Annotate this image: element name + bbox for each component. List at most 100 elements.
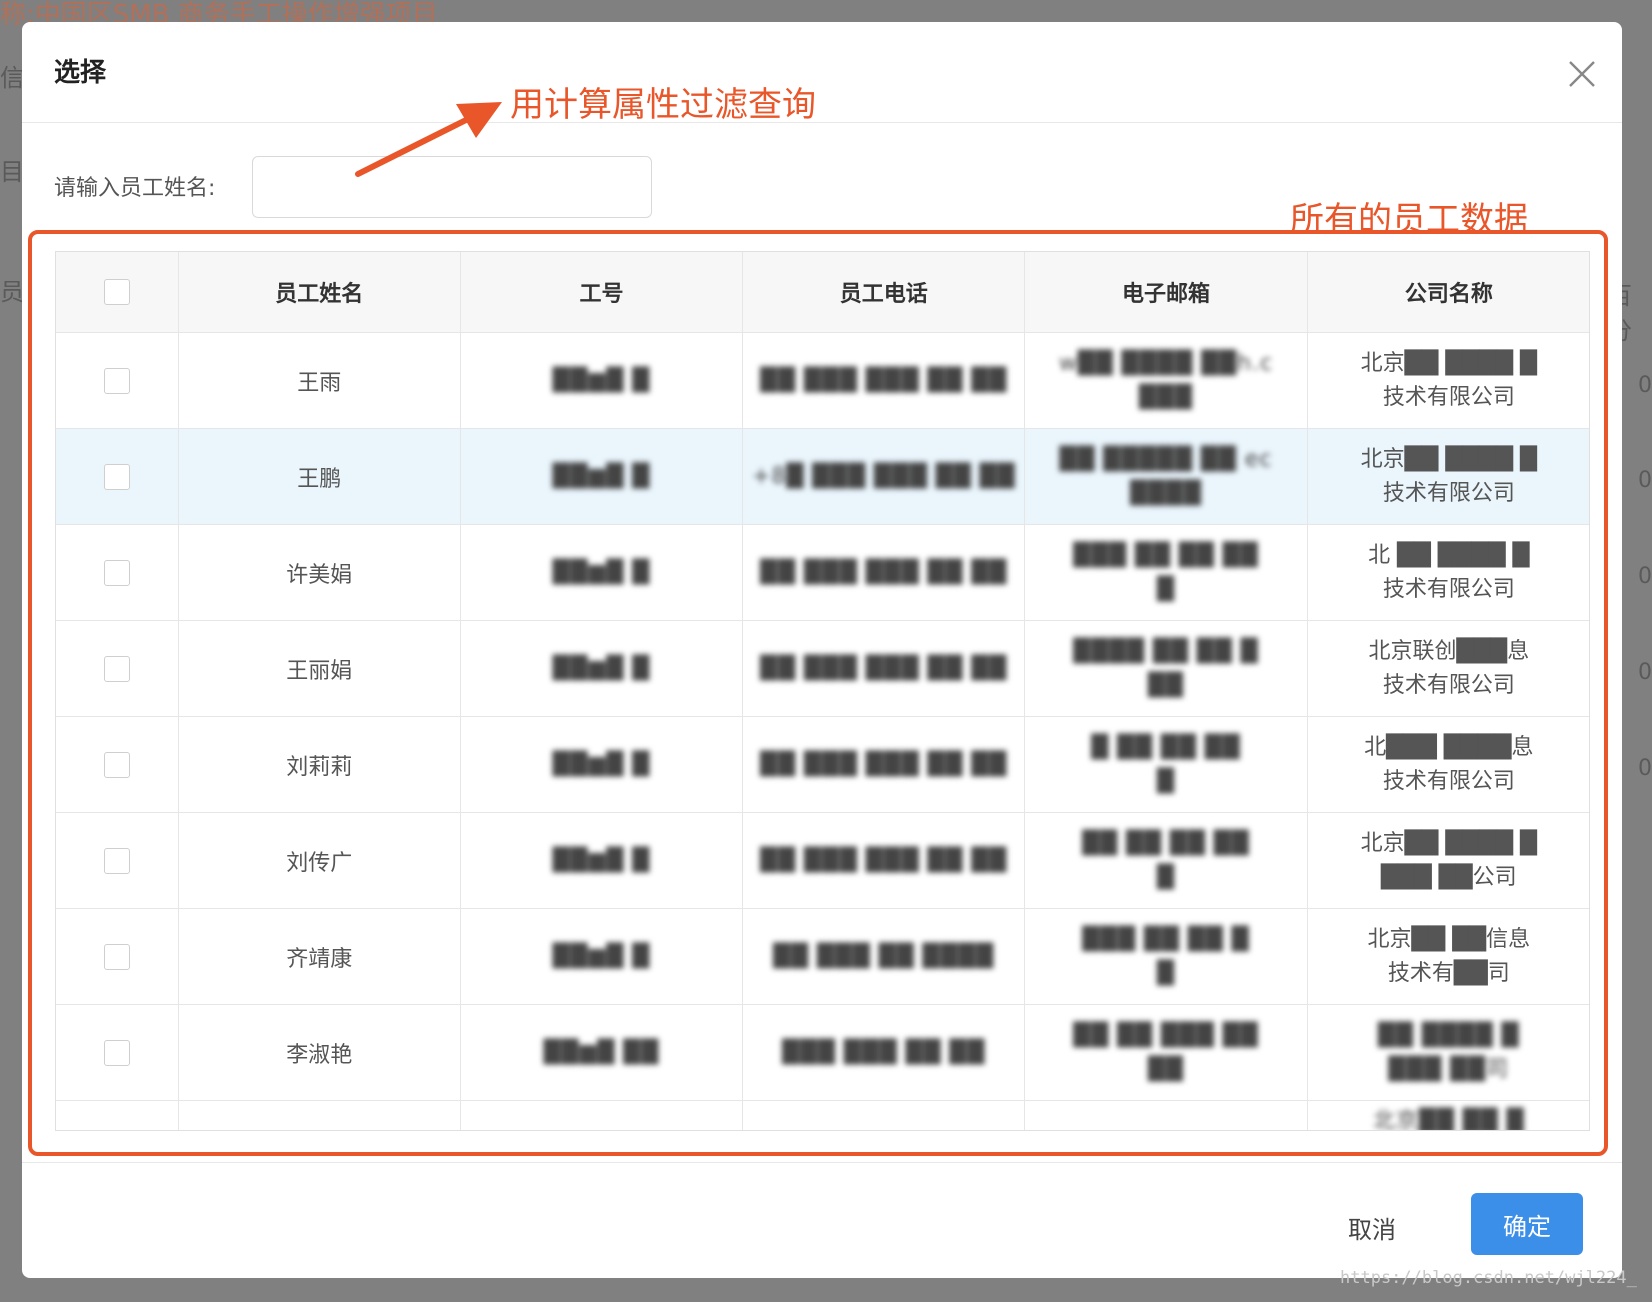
column-header-email: 电子邮箱 (1024, 252, 1308, 333)
employee-email-line: ██ █████ ██ ec (1059, 446, 1273, 472)
employee-id-cell: ██▆█ █ (460, 716, 744, 813)
company-name-line: 技术有限公司 (1382, 480, 1515, 506)
company-name-line: ██ ████ █ (1378, 1022, 1520, 1048)
employee-id-cell: ██▆█ ██ (460, 1004, 744, 1101)
employee-email-line: ██ (1148, 672, 1184, 698)
dialog-footer: 取消 确定 (22, 1162, 1622, 1279)
employee-id-value: ██▆█ ██ (543, 1040, 660, 1065)
company-name-line: 技术有限公司 (1382, 768, 1515, 794)
employee-phone-cell: ██ ███ ███ ██ ██ (742, 620, 1026, 717)
employee-phone-value: ██ ███ ███ ██ ██ (760, 848, 1008, 873)
company-name-line: 北京██ ████ █ (1360, 350, 1538, 376)
employee-email-line: ███ ██ ██ ██ (1073, 542, 1259, 568)
row-checkbox[interactable] (103, 1039, 130, 1066)
row-checkbox-cell (56, 908, 179, 1005)
employee-id-cell: ██▆█ █ (460, 332, 744, 429)
employee-phone-value: ██ ███ ███ ██ ██ (760, 752, 1008, 777)
employee-email-line: ██ ██ ██ ██ (1082, 830, 1250, 856)
background-fragment: 员 (0, 278, 24, 306)
row-checkbox[interactable] (103, 847, 130, 874)
background-number: 0 (1638, 756, 1652, 781)
cancel-button[interactable]: 取消 (1342, 1209, 1402, 1246)
employee-email-line: █ (1157, 864, 1175, 890)
dialog-header: 选择 (22, 22, 1622, 123)
company-name-line: 技术有██司 (1387, 960, 1510, 986)
select-dialog: 选择 请输入员工姓名: 用计算属性过滤查询 所有的员工数据 员工姓名 工号 员工… (22, 22, 1622, 1278)
table-annotation: 所有的员工数据 (1290, 200, 1528, 240)
row-checkbox-cell (56, 1100, 179, 1130)
company-name-line: 北京██ ██ █ (1373, 1109, 1525, 1131)
company-name-line: ███ ██司 (1388, 1056, 1510, 1082)
employee-id-cell (460, 1100, 744, 1130)
employee-phone-value: ██ ███ ███ ██ ██ (760, 656, 1008, 681)
select-all-cell (56, 252, 179, 333)
row-checkbox[interactable] (103, 751, 130, 778)
employee-phone-cell: ██ ███ ███ ██ ██ (742, 524, 1026, 621)
employee-id-value: ██▆█ █ (552, 368, 651, 393)
employee-email-line: ██ (1148, 1056, 1184, 1082)
employee-email-line: ████ (1130, 480, 1202, 506)
employee-id-cell: ██▆█ █ (460, 524, 744, 621)
employee-email-cell: ████ ██ ██ █ ██ (1024, 620, 1308, 717)
employee-email-line: █ (1157, 768, 1175, 794)
column-header-name: 员工姓名 (178, 252, 461, 333)
employee-phone-cell: ██ ███ ███ ██ ██ (742, 716, 1026, 813)
employee-email-line: ███ (1139, 384, 1193, 410)
employee-email-cell: ██ █████ ██ ec ████ (1024, 428, 1308, 525)
company-name-line: 北███ ████息 (1364, 734, 1534, 760)
table-header-row: 员工姓名 工号 员工电话 电子邮箱 公司名称 (56, 252, 1589, 333)
column-header-phone: 员工电话 (742, 252, 1026, 333)
employee-email-line: ████ ██ ██ █ (1073, 638, 1259, 664)
company-name-line: 技术有限公司 (1382, 384, 1515, 410)
company-name-cell: 北 ██ ████ █ 技术有限公司 (1307, 524, 1589, 621)
company-name-cell: 北京██ ████ █ 技术有限公司 (1307, 428, 1589, 525)
company-name-line: 技术有限公司 (1382, 576, 1515, 602)
employee-email-line: █ (1157, 960, 1175, 986)
table-row[interactable]: 刘莉莉 ██▆█ █ ██ ███ ███ ██ ██ █ ██ ██ ██ █ … (56, 716, 1589, 813)
confirm-button[interactable]: 确定 (1471, 1193, 1583, 1255)
dialog-title: 选择 (54, 58, 107, 88)
table-row[interactable]: 李淑艳 ██▆█ ██ ███ ███ ██ ██ ██ ██ ███ ██ ██… (56, 1004, 1589, 1101)
row-checkbox[interactable] (103, 463, 130, 490)
employee-phone-value: ██ ███ ██ ████ (773, 944, 995, 969)
employee-email-cell: ███ ██ ██ ██ █ (1024, 524, 1308, 621)
employee-name-cell: 许美娟 (178, 524, 461, 621)
employee-id-cell: ██▆█ █ (460, 428, 744, 525)
row-checkbox[interactable] (103, 943, 130, 970)
employee-name-cell: 王丽娟 (178, 620, 461, 717)
row-checkbox-cell (56, 716, 179, 813)
company-name-line: ███ ██公司 (1381, 864, 1517, 890)
table-row[interactable]: 刘传广 ██▆█ █ ██ ███ ███ ██ ██ ██ ██ ██ ██ █… (56, 812, 1589, 909)
employee-email-line: █ ██ ██ ██ (1091, 734, 1241, 760)
table-row[interactable]: 王丽娟 ██▆█ █ ██ ███ ███ ██ ██ ████ ██ ██ █… (56, 620, 1589, 717)
employee-name-cell: 王雨 (178, 332, 461, 429)
employee-email-line: ██ ██ ███ ██ (1073, 1022, 1259, 1048)
table-row[interactable]: 许美娟 ██▆█ █ ██ ███ ███ ██ ██ ███ ██ ██ ██… (56, 524, 1589, 621)
employee-phone-cell: ██ ███ ███ ██ ██ (742, 812, 1026, 909)
table-row[interactable]: 王雨 ██▆█ █ ██ ███ ███ ██ ██ w██ ████ ██h.… (56, 332, 1589, 429)
employee-id-value: ██▆█ █ (552, 752, 651, 777)
employee-phone-value: +8█ ███ ███ ██ ██ (752, 464, 1016, 489)
row-checkbox[interactable] (103, 367, 130, 394)
employee-email-line: w██ ████ ██h.c (1058, 350, 1274, 376)
employee-id-value: ██▆█ █ (552, 944, 651, 969)
row-checkbox[interactable] (103, 655, 130, 682)
employee-email-cell (1024, 1100, 1308, 1130)
employee-table: 员工姓名 工号 员工电话 电子邮箱 公司名称 王雨 ██▆█ █ ██ ███ … (56, 252, 1589, 1131)
row-checkbox[interactable] (103, 559, 130, 586)
table-row[interactable]: 王鹏 ██▆█ █ +8█ ███ ███ ██ ██ ██ █████ ██ … (56, 428, 1589, 525)
close-icon[interactable] (1564, 56, 1600, 92)
employee-email-cell: █ ██ ██ ██ █ (1024, 716, 1308, 813)
employee-name-cell: 王鹏 (178, 428, 461, 525)
table-row[interactable]: 齐靖康 ██▆█ █ ██ ███ ██ ████ ███ ██ ██ █ █ 北… (56, 908, 1589, 1005)
company-name-cell: 北京联创███息 技术有限公司 (1307, 620, 1589, 717)
table-row[interactable]: 北京██ ██ █ (56, 1100, 1589, 1131)
background-number: 0 (1638, 564, 1652, 589)
employee-id-value: ██▆█ █ (552, 464, 651, 489)
select-all-checkbox[interactable] (103, 279, 130, 305)
company-name-line: 技术有限公司 (1382, 672, 1515, 698)
background-number: 0 (1638, 468, 1652, 493)
company-name-cell: 北███ ████息 技术有限公司 (1307, 716, 1589, 813)
employee-email-cell: w██ ████ ██h.c ███ (1024, 332, 1308, 429)
row-checkbox-cell (56, 812, 179, 909)
